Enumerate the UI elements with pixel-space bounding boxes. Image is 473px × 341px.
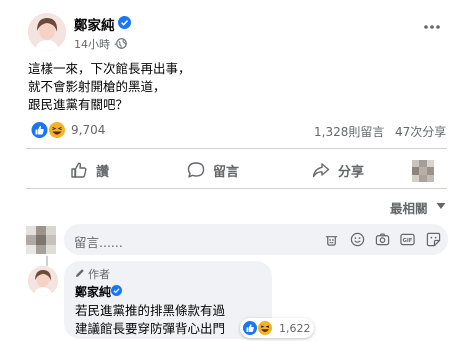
reply-reaction-count: 1,622 xyxy=(279,322,311,335)
comment-count[interactable]: 1,328則留言 xyxy=(314,123,384,140)
comment-icon xyxy=(187,162,205,178)
like-label: 讚 xyxy=(96,164,110,180)
blurred-avatar[interactable] xyxy=(412,160,434,182)
divider xyxy=(26,188,447,189)
reply-text-line: 若民進黨推的排黑條款有過 xyxy=(75,303,226,318)
chevron-down-icon[interactable] xyxy=(436,202,446,210)
current-user-avatar xyxy=(26,226,56,254)
verified-icon xyxy=(118,16,131,29)
haha-icon xyxy=(257,320,273,336)
share-label: 分享 xyxy=(338,164,365,180)
emoji-icon[interactable] xyxy=(350,232,365,247)
svg-text:GIF: GIF xyxy=(403,238,413,244)
share-button[interactable]: 分享 xyxy=(312,156,364,184)
like-button[interactable]: 讚 xyxy=(70,156,109,184)
share-icon xyxy=(312,163,330,178)
camera-icon[interactable] xyxy=(375,232,390,247)
share-count[interactable]: 47次分享 xyxy=(395,123,446,140)
post-timestamp[interactable]: 14小時 xyxy=(74,38,110,51)
thread-line xyxy=(46,256,48,266)
post-author-avatar[interactable] xyxy=(28,13,66,51)
like-icon xyxy=(30,121,49,139)
reaction-count[interactable]: 9,704 xyxy=(71,123,105,137)
like-icon xyxy=(71,162,87,178)
gif-icon[interactable]: GIF xyxy=(400,232,415,247)
comment-button[interactable]: 留言 xyxy=(187,156,239,184)
post-text-line: 跟民進黨有關吧？ xyxy=(28,97,129,112)
sticker-icon[interactable] xyxy=(426,232,441,247)
verified-icon xyxy=(111,285,122,296)
like-icon xyxy=(242,320,258,336)
reply-author-name[interactable]: 鄭家純 xyxy=(75,283,111,300)
divider xyxy=(26,148,447,149)
globe-icon xyxy=(116,38,127,49)
avatar-sticker-icon[interactable] xyxy=(324,232,339,247)
comment-sort-dropdown[interactable]: 最相關 xyxy=(390,198,428,217)
more-icon[interactable] xyxy=(423,22,441,32)
comment-label: 留言 xyxy=(213,164,240,180)
author-badge: 作者 xyxy=(88,268,110,281)
post-text-line: 這樣一來，下次館長再出事， xyxy=(28,61,191,76)
reply-text-line: 建議館長要穿防彈背心出門 xyxy=(75,321,226,336)
reply-reaction-icons xyxy=(242,320,273,336)
haha-icon xyxy=(48,121,66,139)
post-text-line: 就不會影射開槍的黑道， xyxy=(28,79,166,94)
comment-input-placeholder[interactable]: 留言...... xyxy=(74,232,123,251)
pencil-icon xyxy=(76,269,84,277)
reaction-icons[interactable] xyxy=(30,121,68,139)
post-meta: 14小時 · xyxy=(74,36,117,52)
reply-author-avatar[interactable] xyxy=(28,266,58,296)
post-author-name[interactable]: 鄭家純 xyxy=(74,14,115,34)
